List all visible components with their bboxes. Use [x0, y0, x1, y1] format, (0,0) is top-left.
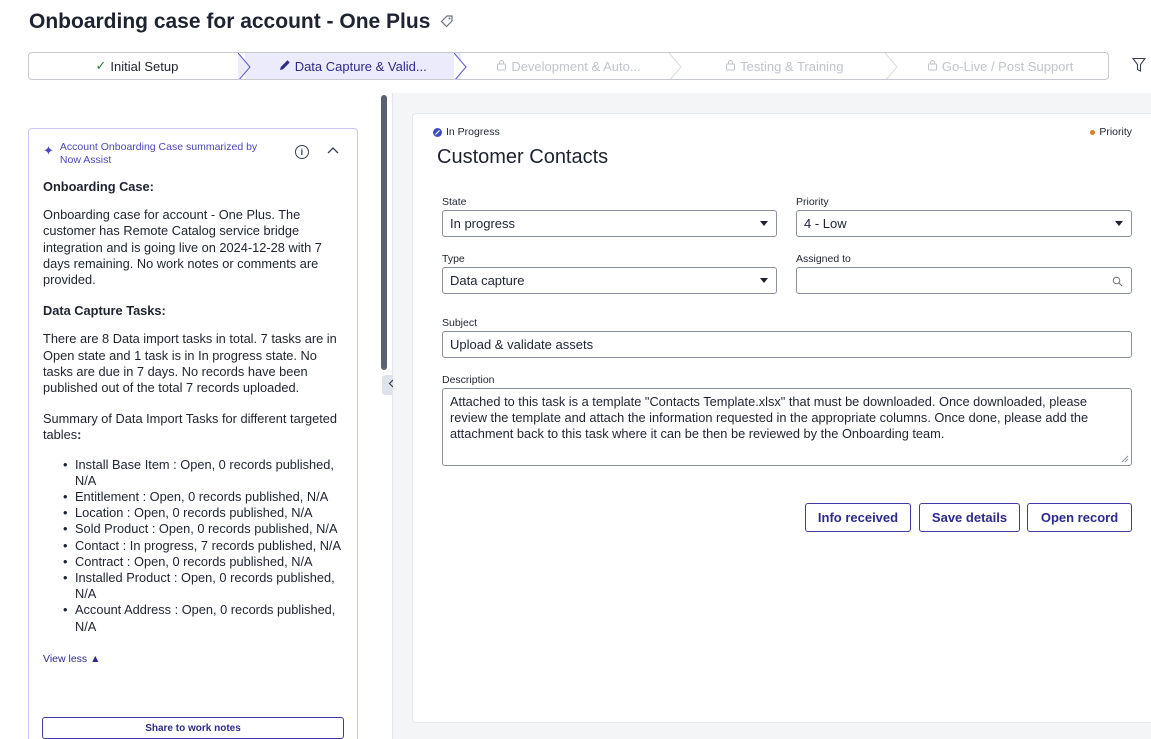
type-select[interactable]: Data capture: [442, 267, 777, 294]
open-record-button[interactable]: Open record: [1027, 503, 1132, 532]
subject-label: Subject: [442, 317, 478, 329]
info-icon[interactable]: i: [294, 145, 309, 159]
state-select[interactable]: In progress: [442, 210, 777, 237]
list-item: Sold Product : Open, 0 records published…: [63, 521, 343, 537]
search-icon[interactable]: [1112, 276, 1123, 287]
filter-icon[interactable]: [1132, 57, 1146, 73]
stage-label: Go-Live / Post Support: [941, 58, 1074, 74]
priority-label: Priority: [796, 196, 829, 208]
now-assist-summary-card: ✦ Account Onboarding Case summarized by …: [28, 128, 358, 739]
stage-label: Initial Setup: [110, 58, 179, 74]
stage-label: Testing & Training: [740, 58, 844, 74]
section-title: Onboarding Case:: [43, 179, 154, 194]
priority-dot-icon: [1090, 129, 1096, 135]
task-title: Customer Contacts: [437, 146, 609, 168]
list-item: Contact : In progress, 7 records publish…: [63, 538, 343, 554]
section-text: Onboarding case for account - One Plus. …: [43, 207, 322, 288]
stage-initial-setup[interactable]: ✓ Initial Setup: [29, 53, 251, 79]
description-textarea[interactable]: Attached to this task is a template "Con…: [442, 388, 1132, 466]
lock-icon: [927, 59, 938, 74]
priority-select[interactable]: 4 - Low: [796, 210, 1132, 237]
pencil-icon: [279, 59, 291, 74]
lock-icon: [725, 59, 736, 74]
section-lead: Summary of Data Import Tasks for differe…: [43, 411, 337, 443]
subject-input[interactable]: Upload & validate assets: [442, 331, 1132, 358]
in-progress-icon: [433, 127, 442, 137]
assigned-to-input[interactable]: [796, 267, 1132, 294]
data-import-task-list: Install Base Item : Open, 0 records publ…: [43, 457, 343, 635]
list-item: Location : Open, 0 records published, N/…: [63, 505, 343, 521]
list-item: Account Address : Open, 0 records publis…: [63, 602, 343, 634]
save-details-button[interactable]: Save details: [919, 503, 1020, 532]
list-item: Installed Product : Open, 0 records publ…: [63, 570, 343, 602]
summary-header-text: Account Onboarding Case summarized by No…: [59, 141, 258, 166]
stage-progress-bar: ✓ Initial Setup Data Capture & Valid... …: [28, 52, 1109, 80]
footer-strip: [393, 723, 1151, 739]
status-text: In Progress: [446, 126, 500, 138]
stage-data-capture[interactable]: Data Capture & Valid...: [244, 53, 467, 79]
caret-down-icon: [760, 278, 768, 283]
info-received-button[interactable]: Info received: [805, 503, 911, 532]
scrollbar-thumb[interactable]: [381, 95, 387, 370]
list-item: Contract : Open, 0 records published, N/…: [63, 554, 343, 570]
caret-up-icon: ▲: [90, 652, 101, 665]
chevron-up-icon[interactable]: [327, 143, 339, 157]
task-card: In Progress Priority Customer Contacts S…: [412, 113, 1151, 723]
priority-tag-text: Priority: [1099, 126, 1132, 138]
stage-testing[interactable]: Testing & Training: [676, 53, 898, 79]
check-icon: ✓: [95, 58, 107, 73]
stage-go-live[interactable]: Go-Live / Post Support: [892, 53, 1108, 79]
stage-label: Development & Auto...: [511, 58, 641, 74]
page-title-text: Onboarding case for account - One Plus: [29, 10, 431, 33]
assigned-to-label: Assigned to: [796, 253, 851, 265]
caret-down-icon: [760, 221, 768, 226]
page-title: Onboarding case for account - One Plus: [29, 10, 454, 34]
priority-tag: Priority: [1090, 126, 1132, 138]
type-label: Type: [442, 253, 465, 265]
lock-icon: [496, 59, 507, 74]
sparkle-icon: ✦: [43, 143, 54, 158]
summary-header: ✦ Account Onboarding Case summarized by …: [43, 141, 343, 171]
resize-handle-icon[interactable]: [1121, 455, 1129, 463]
tag-icon[interactable]: [440, 14, 454, 31]
list-item: Install Base Item : Open, 0 records publ…: [63, 457, 343, 489]
description-label: Description: [442, 374, 495, 386]
summary-body: Onboarding Case: Onboarding case for acc…: [43, 179, 343, 667]
view-less-link[interactable]: View less ▲: [43, 651, 343, 667]
list-item: Entitlement : Open, 0 records published,…: [63, 489, 343, 505]
state-label: State: [442, 196, 467, 208]
stage-development[interactable]: Development & Auto...: [461, 53, 683, 79]
stage-label: Data Capture & Valid...: [294, 58, 427, 74]
status-indicator: In Progress: [433, 126, 500, 138]
left-panel: ✦ Account Onboarding Case summarized by …: [10, 96, 382, 739]
caret-down-icon: [1115, 221, 1123, 226]
share-to-work-notes-button[interactable]: Share to work notes: [42, 717, 344, 739]
section-text: There are 8 Data import tasks in total. …: [43, 331, 337, 396]
section-title: Data Capture Tasks:: [43, 303, 166, 319]
